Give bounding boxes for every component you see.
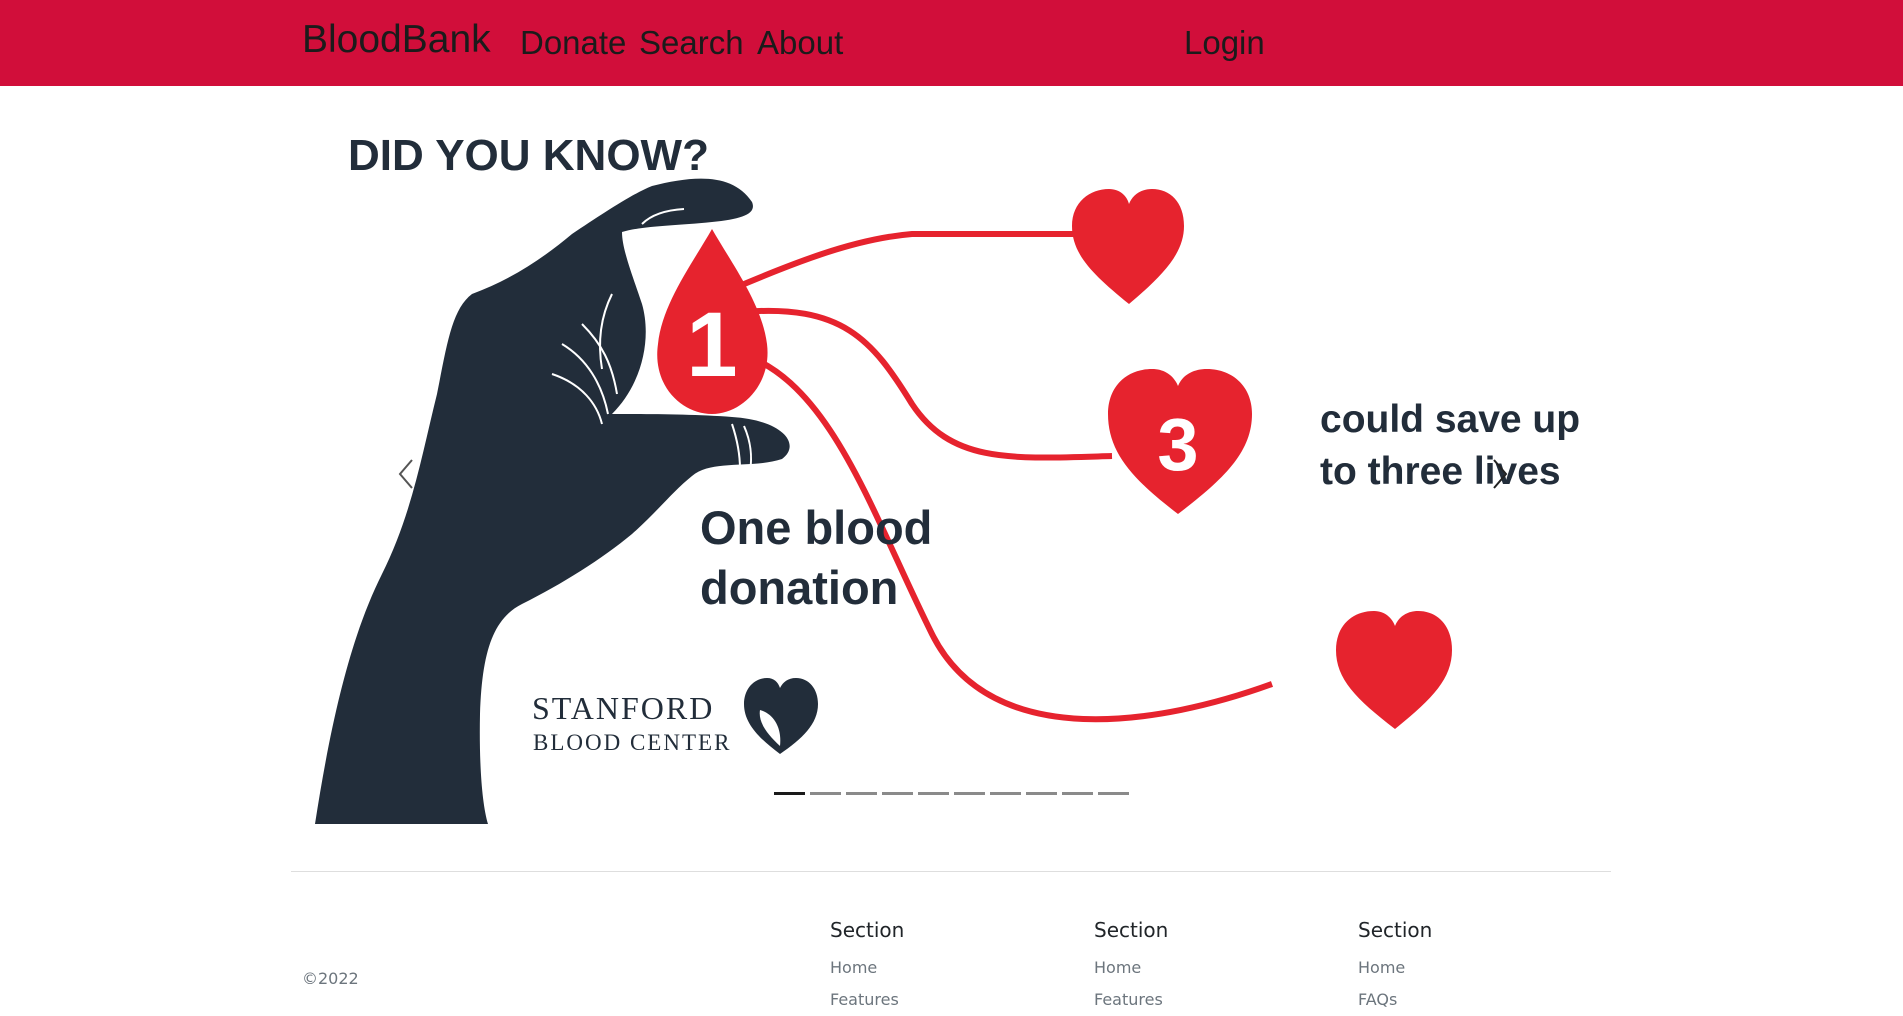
footer-divider [291,871,1611,872]
footer-link-faqs[interactable]: FAQs [1358,984,1432,1016]
carousel-indicator[interactable] [1098,792,1129,795]
heart-top-shape [1072,189,1184,304]
login-link[interactable]: Login [1184,24,1265,62]
carousel-indicator[interactable] [918,792,949,795]
carousel-indicator[interactable] [954,792,985,795]
donation-text-line1: One blood [700,501,932,554]
carousel-indicator[interactable] [774,792,805,795]
svg-text:Blood Center: Blood Center [533,730,731,755]
carousel-indicator[interactable] [1026,792,1057,795]
stanford-blood-center-logo: Stanford Blood Center [532,678,818,755]
nav-search-link[interactable]: Search [639,24,744,62]
brand-logo-link[interactable]: BloodBank [302,18,491,62]
footer-link-home[interactable]: Home [1358,952,1432,984]
footer-link-features[interactable]: Features [1094,984,1168,1016]
image-carousel: DID YOU KNOW? 1 3 could save up to three… [312,114,1592,824]
footer-link-home[interactable]: Home [830,952,904,984]
footer-link-features[interactable]: Features [830,984,904,1016]
footer-section-title: Section [830,918,905,942]
footer-section-title: Section [1358,918,1433,942]
navbar: BloodBank Donate Search About Login [0,0,1903,86]
carousel-slide-image: DID YOU KNOW? 1 3 could save up to three… [315,131,1580,824]
drop-number: 1 [686,294,737,396]
footer-link-home[interactable]: Home [1094,952,1168,984]
carousel-prev-button[interactable] [378,434,438,514]
slide-heading: DID YOU KNOW? [348,131,709,180]
nav-about-link[interactable]: About [757,24,843,62]
carousel-indicator[interactable] [846,792,877,795]
footer-section-title: Section [1094,918,1169,942]
nav-donate-link[interactable]: Donate [520,24,626,62]
carousel-indicator[interactable] [882,792,913,795]
svg-text:Stanford: Stanford [532,690,714,726]
donation-text-line2: donation [700,561,898,614]
footer-section-2: Section Home Features [1094,918,1168,1016]
heart-bottom-shape [1336,611,1452,729]
save-text-line1: could save up [1320,398,1580,441]
carousel-indicator[interactable] [810,792,841,795]
footer-section-3: Section Home FAQs [1358,918,1432,1016]
carousel-indicator[interactable] [990,792,1021,795]
footer-section-1: Section Home Features [830,918,904,1016]
chevron-left-icon [398,459,413,489]
heart-number: 3 [1157,403,1198,486]
carousel-indicators [774,792,1129,802]
carousel-indicator[interactable] [1062,792,1093,795]
copyright-text: ©2022 [302,969,359,988]
carousel-next-button[interactable] [1468,434,1528,514]
chevron-right-icon [1493,459,1508,489]
